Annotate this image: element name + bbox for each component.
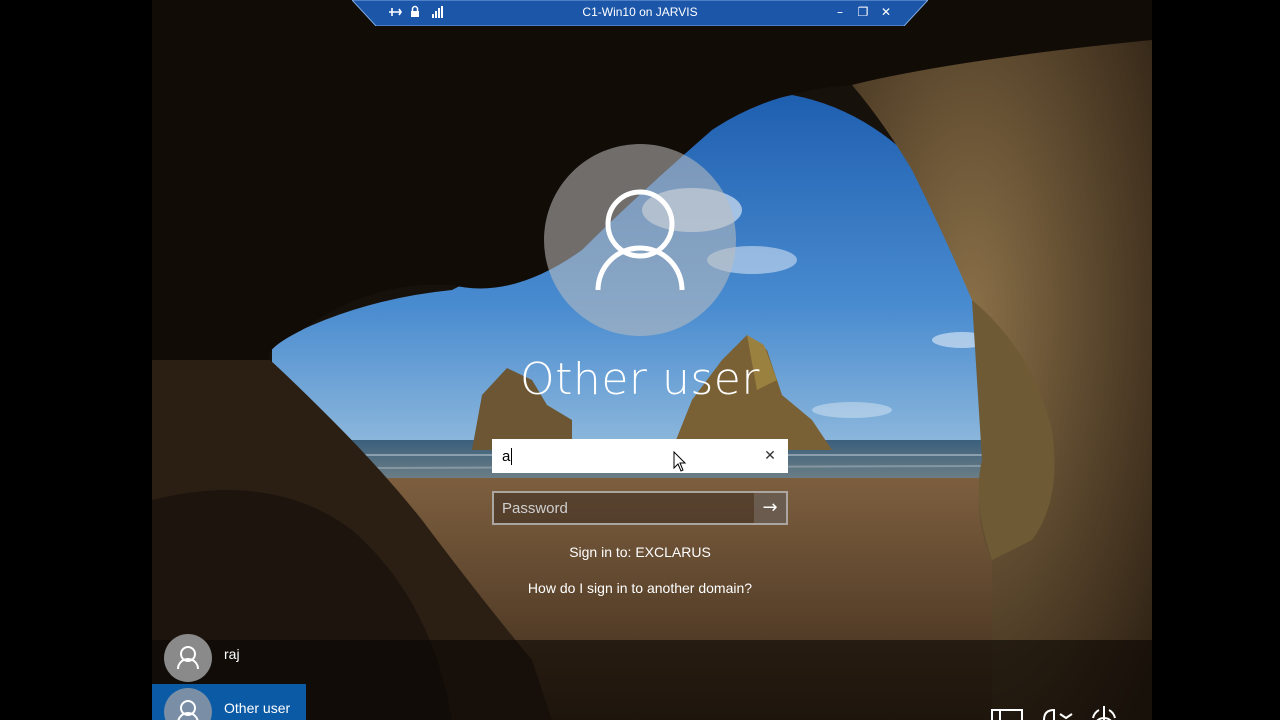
other-domain-link[interactable]: How do I sign in to another domain? [440, 580, 840, 596]
password-field[interactable]: → [492, 491, 788, 525]
user-list-item-other-user[interactable]: Other user [152, 684, 306, 720]
avatar [164, 688, 212, 720]
minimize-icon[interactable]: – [831, 3, 849, 21]
mouse-cursor-icon [673, 451, 687, 472]
user-avatar [544, 144, 736, 336]
submit-arrow-icon[interactable]: → [754, 493, 786, 523]
power-icon[interactable] [1088, 704, 1120, 720]
user-list-label: raj [224, 646, 240, 662]
rdp-connection-bar: C1-Win10 on JARVIS – ❐ ✕ [352, 0, 928, 26]
avatar [164, 634, 212, 682]
user-list-item-raj[interactable]: raj [152, 630, 306, 682]
user-list-label: Other user [224, 700, 291, 716]
close-icon[interactable]: ✕ [877, 3, 895, 21]
username-input[interactable] [492, 439, 762, 473]
sign-in-domain-text: Sign in to: EXCLARUS [569, 544, 711, 560]
user-name-heading: Other user [520, 354, 760, 405]
person-icon [177, 646, 199, 670]
restore-icon[interactable]: ❐ [854, 3, 872, 21]
person-icon [177, 700, 199, 720]
clear-icon[interactable]: ✕ [760, 445, 780, 467]
ease-of-access-icon[interactable] [1040, 704, 1076, 720]
person-icon [595, 189, 685, 291]
password-input[interactable] [494, 493, 760, 523]
letterbox-left [0, 0, 152, 720]
letterbox-right [1152, 0, 1280, 720]
text-caret [511, 448, 512, 465]
username-field[interactable]: ✕ [492, 439, 788, 473]
network-icon[interactable] [990, 704, 1026, 720]
